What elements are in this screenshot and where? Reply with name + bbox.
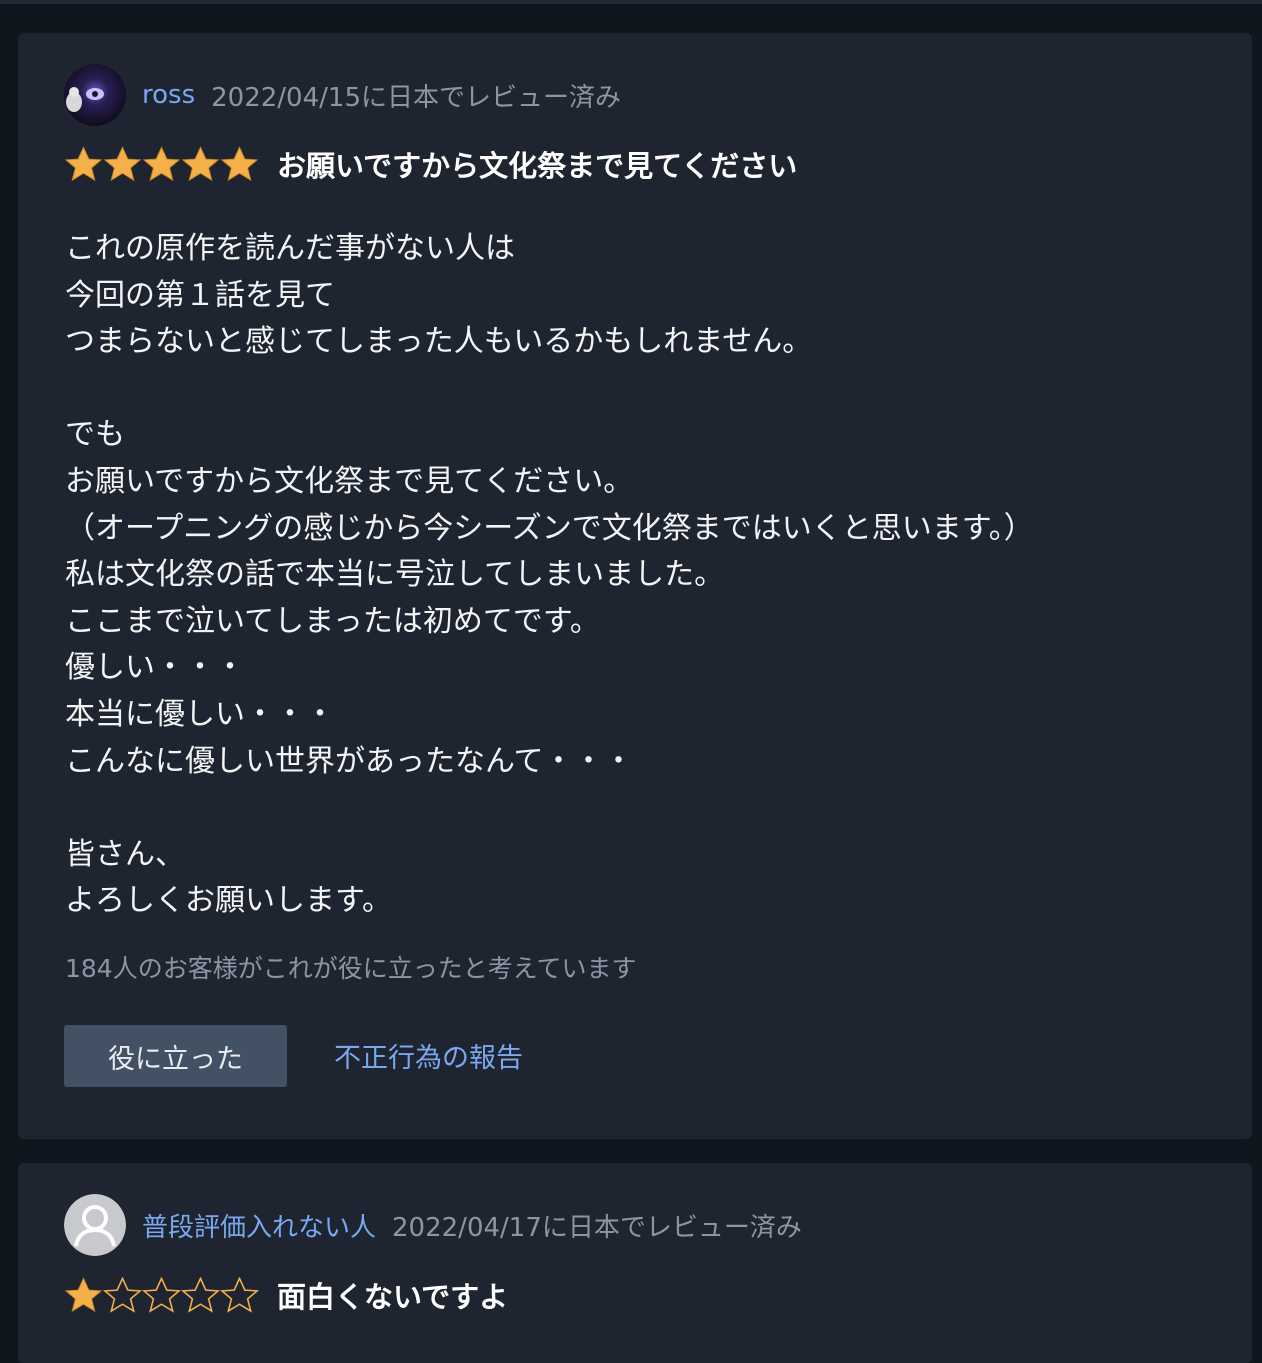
review-body-line: 私は文化祭の話で本当に号泣してしまいました。 [65,557,725,593]
star-filled-icon [64,146,103,182]
star-empty-icon [142,1277,181,1313]
review-title[interactable]: お願いですから文化祭まで見てください [277,143,797,185]
review-title-row: 面白くないですよ [64,1273,508,1317]
review-header: ross 2022/04/15に日本でレビュー済み [64,63,621,127]
star-filled-icon [181,146,220,182]
reviewer-name[interactable]: 普段評価入れない人 [142,1207,376,1244]
review-title-row: お願いですから文化祭まで見てください [64,142,797,186]
review-body-line: ここまで泣いてしまったは初めてです。 [65,603,600,639]
star-rating [64,1277,259,1313]
star-empty-icon [181,1277,220,1313]
review-body-line: （オープニングの感じから今シーズンで文化祭まではいくと思います。） [65,510,1034,546]
review-header: 普段評価入れない人 2022/04/17に日本でレビュー済み [64,1193,802,1257]
star-filled-icon [64,1277,103,1313]
review-body-line: これの原作を読んだ事がない人は [65,231,515,266]
star-filled-icon [220,146,259,182]
review-body-line [65,785,1034,832]
review-date: 2022/04/15に日本でレビュー済み [211,82,621,113]
star-empty-icon [220,1277,259,1313]
review-body-line: 本当に優しい・・・ [65,696,335,732]
review-date: 2022/04/17に日本でレビュー済み [392,1212,802,1243]
review-body-line: よろしくお願いします。 [65,883,392,919]
review-body: これの原作を読んだ事がない人は 今回の第１話を見て つまらないと感じてしまった人… [65,226,1034,925]
star-filled-icon [142,146,181,182]
review-body-line: こんなに優しい世界があったなんて・・・ [65,743,634,779]
review-body-line [65,366,1034,413]
review-card: ross 2022/04/15に日本でレビュー済み お願いですから文化祭まで見て… [18,33,1252,1139]
star-filled-icon [103,146,142,182]
star-rating [64,146,259,182]
review-body-line: 皆さん、 [65,836,185,872]
top-divider [0,0,1262,4]
review-body-line: お願いですから文化祭まで見てください。 [65,463,634,499]
review-body-line: でも [65,417,125,453]
default-avatar-icon[interactable] [64,1194,126,1256]
report-abuse-link[interactable]: 不正行為の報告 [334,1036,523,1075]
review-card: 普段評価入れない人 2022/04/17に日本でレビュー済み 面白くないですよ [18,1163,1252,1363]
review-body-line: つまらないと感じてしまった人もいるかもしれません。 [65,324,813,360]
star-empty-icon [103,1277,142,1313]
helpful-button[interactable]: 役に立った [64,1025,287,1087]
reviewer-name[interactable]: ross [142,80,195,110]
review-body-line: 今回の第１話を見て [65,277,335,313]
review-title[interactable]: 面白くないですよ [277,1274,508,1316]
reviewer-avatar[interactable] [64,64,126,126]
helpful-count: 184人のお客様がこれが役に立ったと考えています [65,954,637,983]
review-body-line: 優しい・・・ [65,650,245,686]
